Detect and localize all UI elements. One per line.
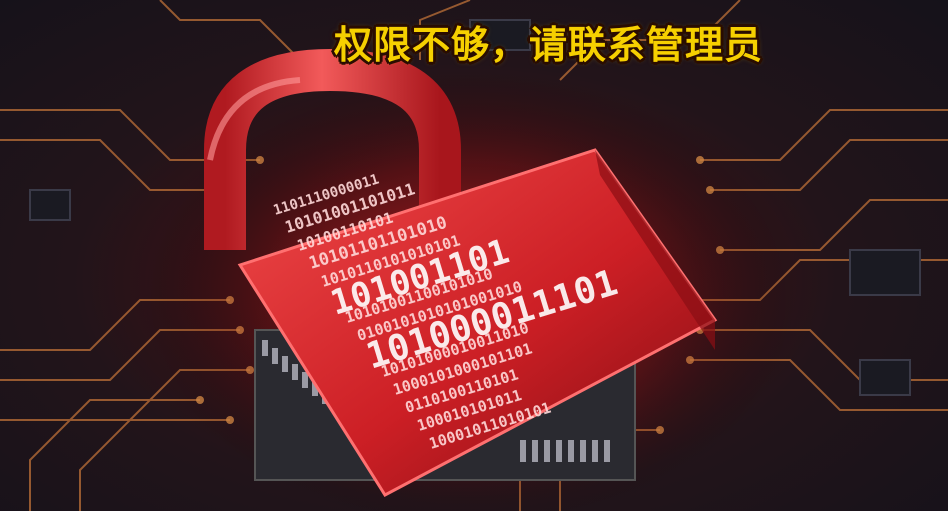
lock-photo: 1101110000011 10101001101011 10100110101 10… (0, 0, 948, 511)
circuit-board-background: 1101110000011101010011010111010011010110… (0, 0, 948, 511)
permission-denied-banner: 权限不够，请联系管理员 (334, 23, 764, 67)
